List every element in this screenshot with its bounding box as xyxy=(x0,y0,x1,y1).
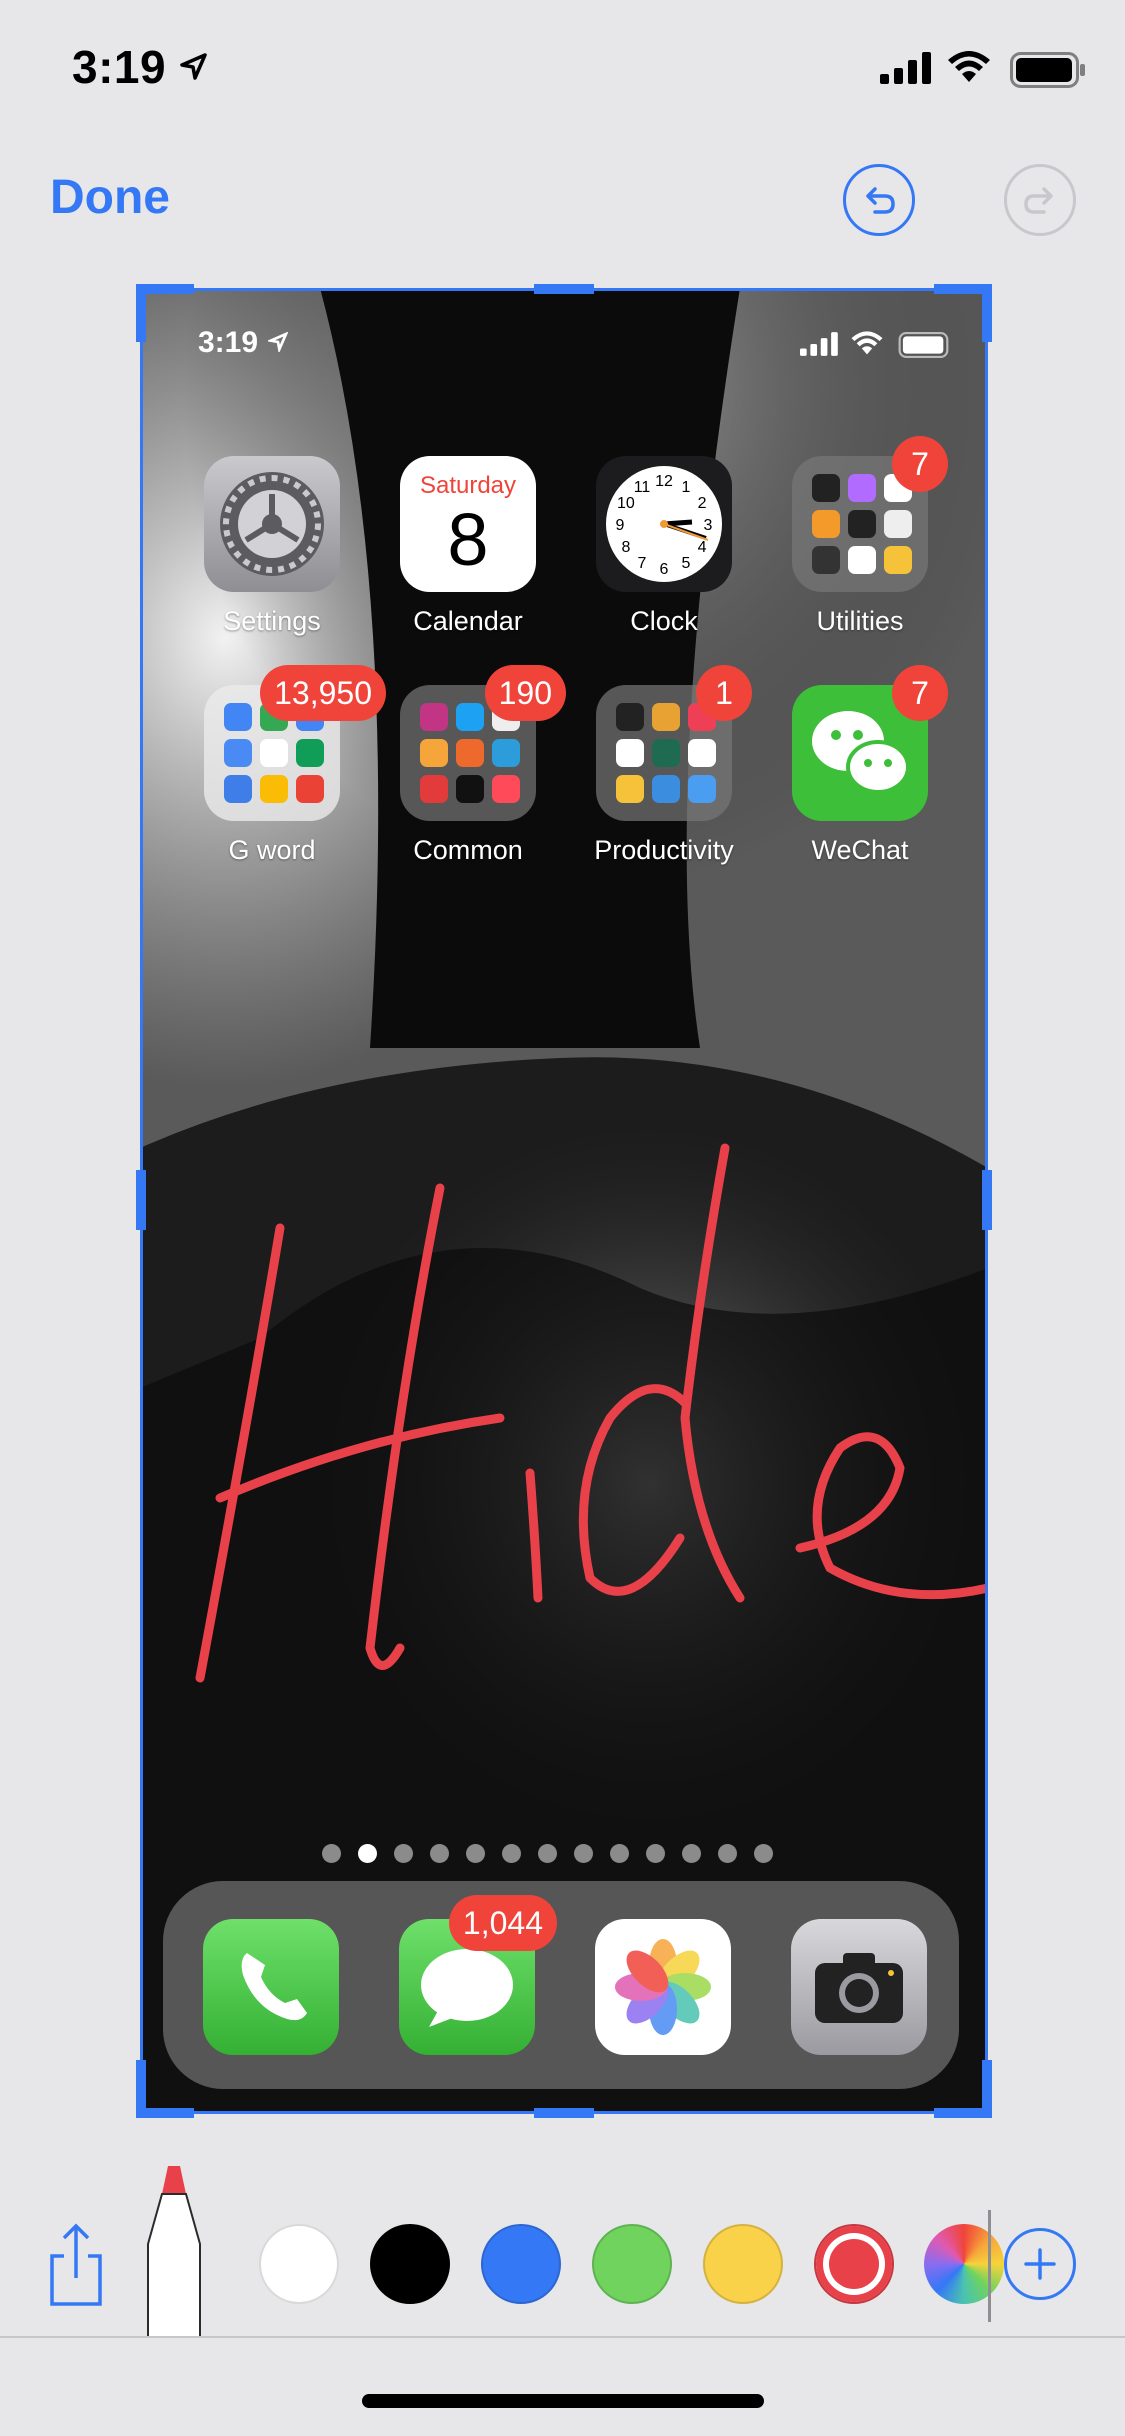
marker-pen-tool[interactable] xyxy=(138,2160,210,2339)
status-time: 3:19 xyxy=(72,41,167,93)
camera-app-icon[interactable] xyxy=(791,1919,927,2055)
color-picker-wheel[interactable] xyxy=(924,2224,1004,2304)
page-dot xyxy=(322,1844,341,1863)
crop-handle-left[interactable] xyxy=(136,1170,146,1230)
undo-button[interactable] xyxy=(843,164,915,236)
toolbar-divider xyxy=(0,2336,1125,2338)
screenshot-canvas[interactable]: 3:19 Settings Saturday 8 Calendar 11 10 … xyxy=(140,288,988,2114)
page-dot xyxy=(610,1844,629,1863)
page-indicator xyxy=(322,1844,773,1863)
redo-icon xyxy=(1024,187,1053,214)
page-dot xyxy=(646,1844,665,1863)
phone-app-icon[interactable] xyxy=(203,1919,339,2055)
home-indicator[interactable] xyxy=(362,2394,764,2408)
crop-handle-top-left-vertical[interactable] xyxy=(136,284,146,342)
status-bar: 3:19 xyxy=(0,0,1125,130)
handwriting-annotation xyxy=(195,1143,988,1683)
color-swatch[interactable] xyxy=(592,2224,672,2304)
color-swatch[interactable] xyxy=(814,2224,894,2304)
palette-scroll-divider xyxy=(988,2210,991,2322)
location-arrow-icon xyxy=(180,53,207,80)
page-dot xyxy=(574,1844,593,1863)
page-dot xyxy=(394,1844,413,1863)
page-dot xyxy=(682,1844,701,1863)
color-swatch[interactable] xyxy=(370,2224,450,2304)
add-button[interactable] xyxy=(1004,2228,1076,2300)
page-dot xyxy=(358,1844,377,1863)
battery-icon xyxy=(1010,52,1085,88)
crop-handle-right[interactable] xyxy=(982,1170,992,1230)
page-dot xyxy=(718,1844,737,1863)
crop-handle-bottom-left[interactable] xyxy=(136,2108,194,2118)
crop-handle-bottom[interactable] xyxy=(534,2108,594,2118)
dock: 1,044 xyxy=(163,1881,959,2089)
page-dot xyxy=(466,1844,485,1863)
color-swatch[interactable] xyxy=(259,2224,339,2304)
share-icon xyxy=(50,2223,102,2306)
plus-icon xyxy=(1024,2248,1056,2280)
wifi-icon xyxy=(948,51,990,82)
undo-icon xyxy=(866,187,895,214)
crop-handle-top-right-vertical[interactable] xyxy=(982,284,992,342)
photos-app-icon[interactable] xyxy=(595,1919,731,2055)
marker-pen-icon xyxy=(147,2166,201,2339)
share-button[interactable] xyxy=(44,2220,108,2310)
done-button[interactable]: Done xyxy=(50,170,170,225)
color-swatch[interactable] xyxy=(481,2224,561,2304)
notification-badge: 1,044 xyxy=(448,1895,557,1951)
messages-app-icon[interactable]: 1,044 xyxy=(399,1895,557,2055)
page-dot xyxy=(502,1844,521,1863)
page-dot xyxy=(754,1844,773,1863)
page-dot xyxy=(538,1844,557,1863)
redo-button[interactable] xyxy=(1004,164,1076,236)
crop-handle-top[interactable] xyxy=(534,284,594,294)
cellular-signal-icon xyxy=(880,52,931,84)
crop-handle-bottom-right-vertical[interactable] xyxy=(982,2060,992,2118)
color-swatch[interactable] xyxy=(703,2224,783,2304)
page-dot xyxy=(430,1844,449,1863)
